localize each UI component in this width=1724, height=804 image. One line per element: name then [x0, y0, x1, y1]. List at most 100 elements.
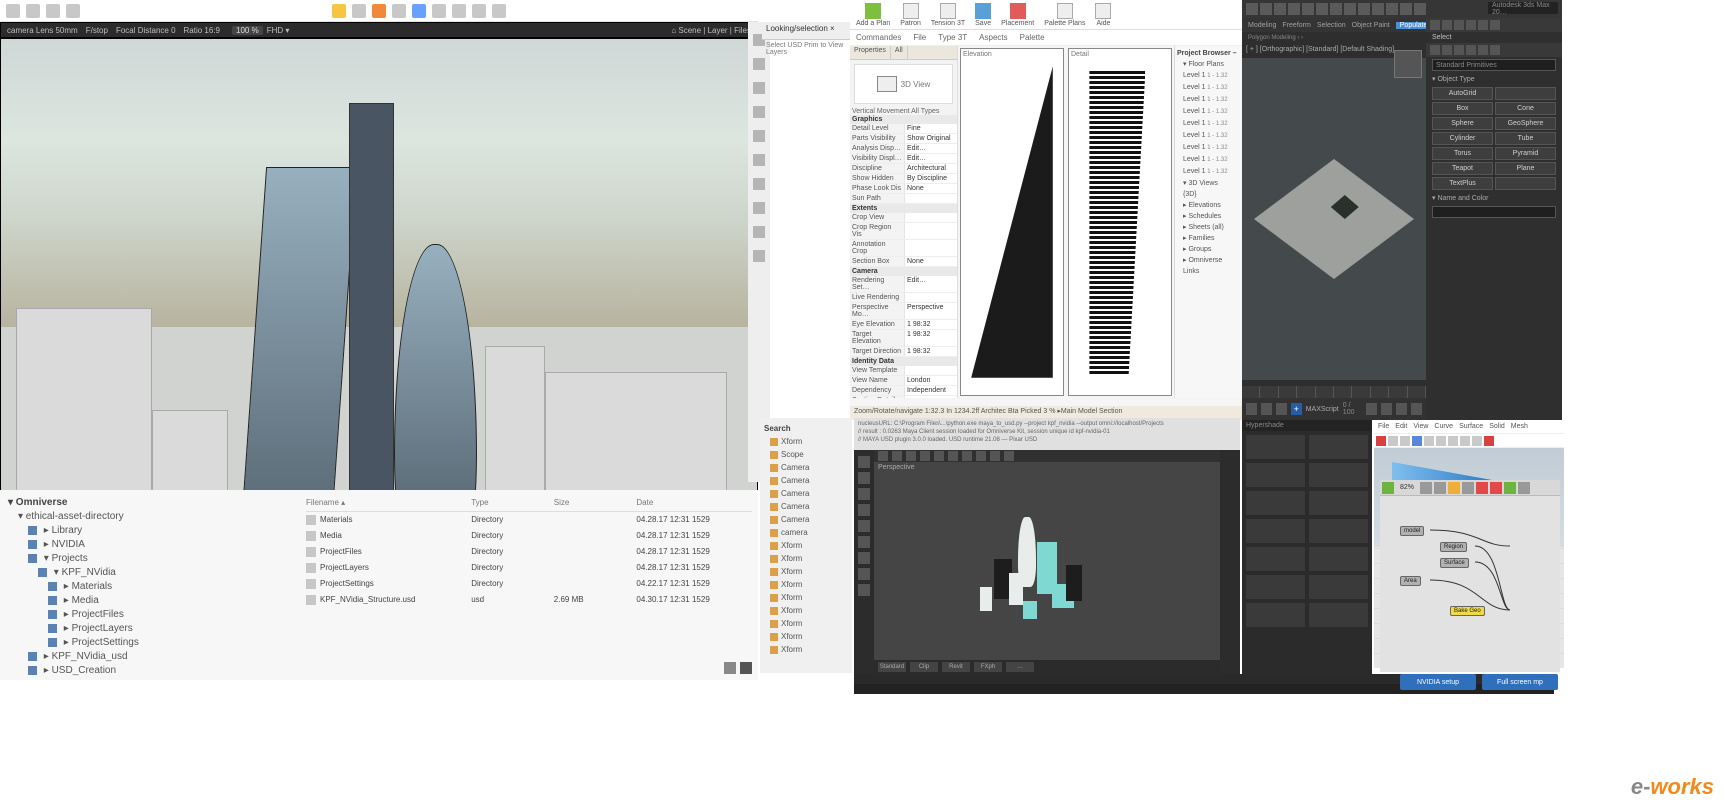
tree-item[interactable]: ▸ Families — [1177, 233, 1240, 244]
cursor-icon[interactable] — [332, 4, 346, 18]
add-icon[interactable]: + — [1291, 403, 1302, 415]
shelf-tab[interactable]: … — [1006, 662, 1034, 672]
qat-icon[interactable] — [1288, 3, 1300, 15]
outliner-item[interactable]: Xform — [764, 630, 848, 643]
prop-row[interactable]: DisciplineArchitectural — [850, 164, 957, 174]
camera-label[interactable]: Perspective — [878, 464, 915, 471]
outliner-item[interactable]: Xform — [764, 617, 848, 630]
nav-icon[interactable] — [1411, 403, 1422, 415]
tree-item[interactable]: ▸ Omniverse Links — [1177, 255, 1240, 277]
qat-icon[interactable] — [1372, 3, 1384, 15]
menu-item[interactable]: Curve — [1434, 423, 1453, 430]
qat-icon[interactable] — [1274, 3, 1286, 15]
ribbon-tab[interactable]: Add a Plan — [856, 3, 890, 27]
qat-icon[interactable] — [1330, 3, 1342, 15]
qat-icon[interactable] — [1400, 3, 1412, 15]
rollup-title[interactable]: ▾ Name and Color — [1426, 192, 1562, 204]
nav-icon[interactable] — [1366, 403, 1377, 415]
menu-item[interactable]: Commandes — [856, 33, 901, 42]
primitive-button[interactable]: Box — [1432, 102, 1493, 115]
prop-row[interactable]: View NameLondon — [850, 376, 957, 386]
tree-item[interactable]: ▸ Schedules — [1177, 211, 1240, 222]
tree-item[interactable]: ▸ Groups — [1177, 244, 1240, 255]
tree-item[interactable]: ▸ Library — [41, 525, 82, 536]
prop-row[interactable]: Show HiddenBy Discipline — [850, 174, 957, 184]
tree-item[interactable]: ▸ KPF_NVidia_usd — [41, 651, 128, 662]
list-item[interactable]: ProjectSettingsDirectory04.22.17 12:31 1… — [306, 576, 752, 592]
outliner-item[interactable]: Xform — [764, 552, 848, 565]
hierarchy-icon[interactable] — [1454, 20, 1464, 30]
menu-item[interactable]: Aspects — [979, 33, 1007, 42]
primitive-button[interactable]: Pyramid — [1495, 147, 1556, 160]
tool-icon[interactable] — [1424, 436, 1434, 446]
outliner-item[interactable]: Xform — [764, 435, 848, 448]
list-item[interactable]: MediaDirectory04.28.17 12:31 1529 — [306, 528, 752, 544]
tool-icon[interactable] — [858, 584, 870, 596]
outliner-item[interactable]: Camera — [764, 474, 848, 487]
ribbon-tab[interactable]: Save — [975, 3, 991, 27]
tree-item[interactable]: ▸ ProjectSettings — [61, 637, 139, 648]
primitive-button[interactable]: AutoGrid — [1432, 87, 1493, 100]
timeline[interactable] — [1242, 386, 1426, 398]
create-icon[interactable] — [1430, 20, 1440, 30]
qat-icon[interactable] — [1344, 3, 1356, 15]
menu-item[interactable]: Surface — [1459, 423, 1483, 430]
tool-icon[interactable] — [432, 4, 446, 18]
select-icon[interactable] — [858, 456, 870, 468]
shelf-tab[interactable]: FXph — [974, 662, 1002, 672]
tree-item[interactable]: ▸ ProjectFiles — [61, 609, 124, 620]
outliner-item[interactable]: Scope — [764, 448, 848, 461]
tool-icon[interactable] — [492, 4, 506, 18]
max-viewport[interactable] — [1242, 58, 1426, 380]
tree-item[interactable]: ▸ Materials — [61, 581, 112, 592]
prop-row[interactable]: Detail LevelFine — [850, 124, 957, 134]
prop-section[interactable]: Extents — [850, 204, 957, 213]
list-item[interactable]: MaterialsDirectory04.28.17 12:31 1529 — [306, 512, 752, 528]
gh-icon[interactable] — [1476, 482, 1488, 494]
pen-icon[interactable] — [753, 82, 765, 94]
ratio-label[interactable]: Ratio 16:9 — [184, 26, 220, 35]
tree-item[interactable]: Level 1 1 - 1.32 — [1177, 106, 1240, 118]
outliner-item[interactable]: Xform — [764, 578, 848, 591]
viewport-elevation[interactable]: Elevation — [960, 48, 1064, 396]
prop-section[interactable]: Identity Data — [850, 357, 957, 366]
prop-row[interactable]: Crop Region Vis — [850, 223, 957, 240]
search-label[interactable]: Search — [764, 422, 848, 435]
qat-icon[interactable] — [1260, 3, 1272, 15]
nav-icon[interactable] — [1381, 403, 1392, 415]
zoom-pct[interactable]: 100 % — [232, 26, 263, 35]
tree-item[interactable]: ▾ Projects — [41, 553, 88, 564]
tree-item[interactable]: ▸ NVIDIA — [41, 539, 85, 550]
tab[interactable]: Selection — [1317, 22, 1346, 29]
space-icon[interactable] — [1490, 45, 1500, 55]
tree-item[interactable]: ▾ KPF_NVidia — [51, 567, 116, 578]
gh-node[interactable]: Area — [1400, 576, 1421, 586]
material-swatch[interactable] — [1309, 463, 1368, 487]
tool-icon[interactable] — [1412, 436, 1422, 446]
vp-icon[interactable] — [920, 451, 930, 461]
menu-item[interactable]: File — [913, 33, 926, 42]
user-icon[interactable] — [753, 226, 765, 238]
brush-icon[interactable] — [753, 58, 765, 70]
gh-icon[interactable] — [1434, 482, 1446, 494]
res-label[interactable]: FHD ▾ — [267, 26, 290, 35]
gh-node[interactable]: Bake Geo — [1450, 606, 1485, 616]
maxscript-label[interactable]: MAXScript — [1306, 406, 1339, 413]
outliner-item[interactable]: Xform — [764, 643, 848, 656]
tool-icon[interactable] — [26, 4, 40, 18]
outliner-item[interactable]: Xform — [764, 539, 848, 552]
tree-item[interactable]: ▸ Sheets (all) — [1177, 222, 1240, 233]
type-thumbnail[interactable]: 3D View — [854, 64, 953, 104]
vp-icon[interactable] — [878, 451, 888, 461]
stage-outliner[interactable]: Search XformScopeCameraCameraCameraCamer… — [760, 418, 852, 673]
primitive-button[interactable]: Cylinder — [1432, 132, 1493, 145]
material-swatch[interactable] — [1246, 603, 1305, 627]
menu-item[interactable]: Palette — [1020, 33, 1045, 42]
primitive-button[interactable]: TextPlus — [1432, 177, 1493, 190]
tree-item[interactable]: ▸ ProjectLayers — [61, 623, 133, 634]
gh-icon[interactable] — [1448, 482, 1460, 494]
material-swatch[interactable] — [1309, 519, 1368, 543]
menu-item[interactable]: View — [1413, 423, 1428, 430]
gh-canvas[interactable]: model Region Surface Area Bake Geo — [1380, 496, 1560, 672]
viewcube[interactable] — [1394, 50, 1422, 78]
